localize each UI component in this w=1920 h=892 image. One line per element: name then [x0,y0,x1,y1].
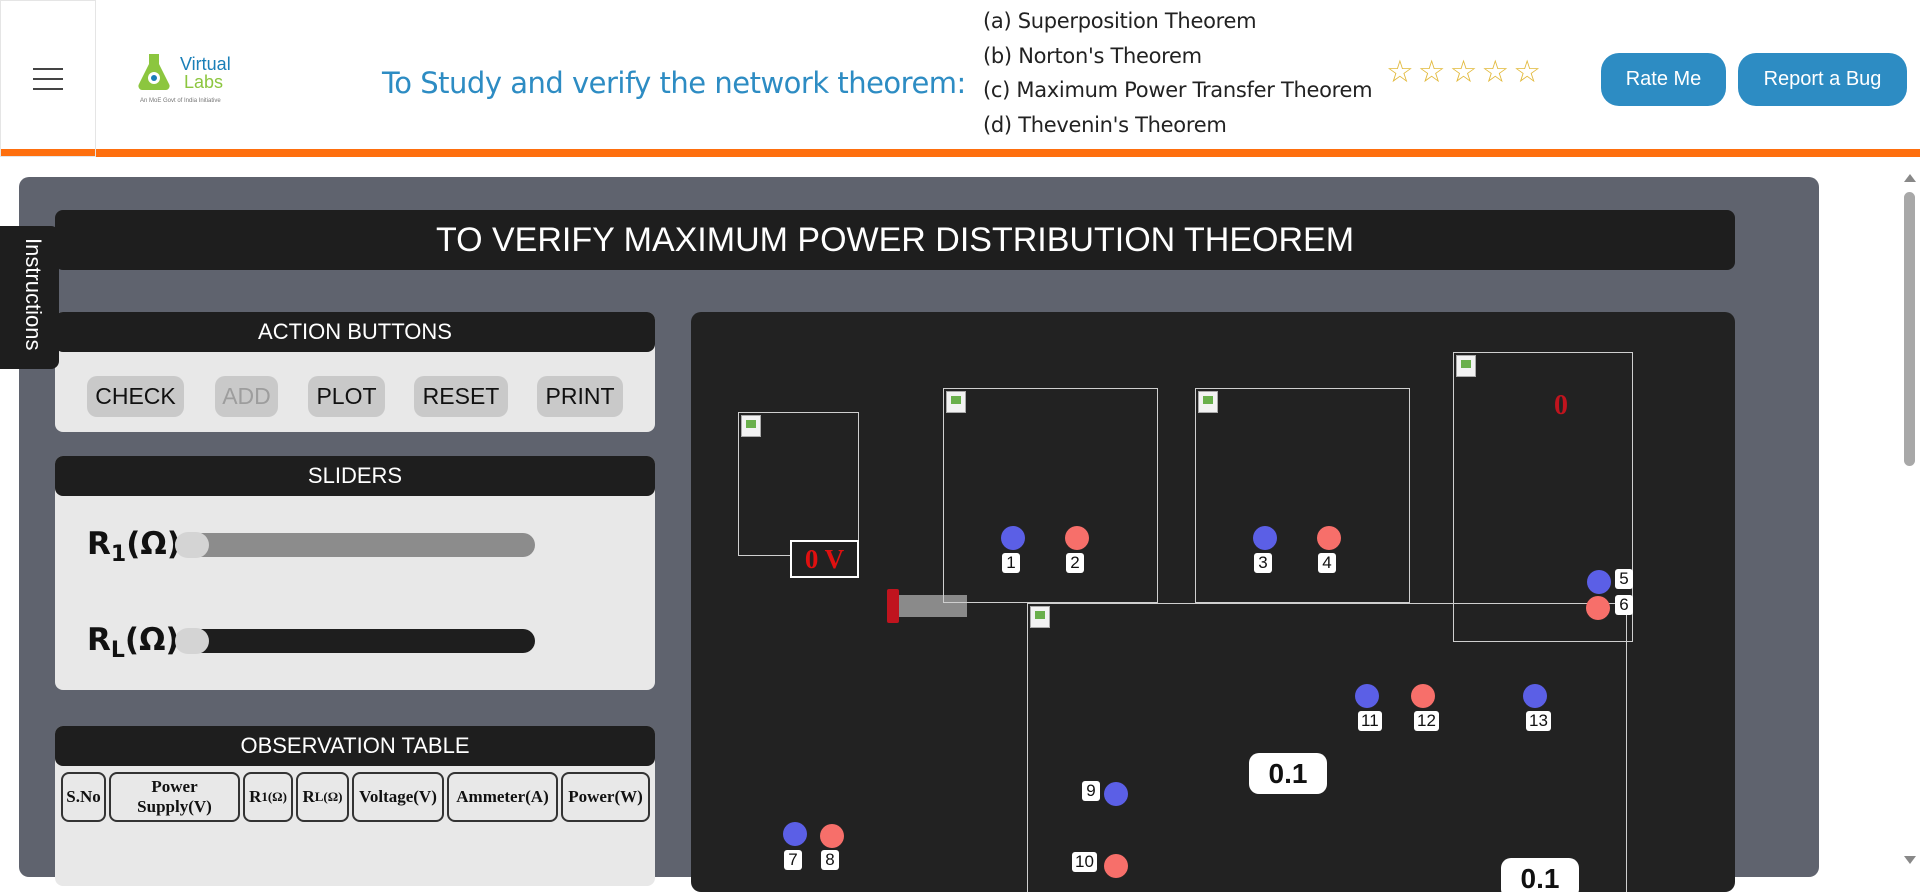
col-sno: S.No [61,772,106,822]
terminal-label: 10 [1072,852,1097,872]
voltage-display: 0 V [790,540,859,578]
terminal-2[interactable] [1065,526,1089,550]
observation-table-header: S.No Power Supply(V) R 1(Ω) R L(Ω) Voltage(… [61,772,650,822]
col-rl: R L(Ω) [296,772,349,822]
terminal-label: 3 [1254,553,1272,573]
plot-button[interactable]: PLOT [308,376,385,417]
terminal-label: 6 [1615,595,1633,615]
terminal-6[interactable] [1586,596,1610,620]
r1-slider-thumb[interactable] [175,532,209,558]
terminal-label: 12 [1414,711,1439,731]
col-voltage: Voltage(V) [352,772,444,822]
observation-table-card: OBSERVATION TABLE S.No Power Supply(V) R1… [55,726,655,886]
terminal-label: 5 [1615,569,1633,589]
print-button[interactable]: PRINT [537,376,623,417]
wattmeter-reading: 0 [1554,390,1568,421]
report-bug-button[interactable]: Report a Bug [1738,53,1907,106]
power-supply [738,412,859,556]
resistor-rl [1195,388,1410,603]
instructions-label: Instructions [21,238,46,351]
star-outline-icon[interactable]: ☆ [1386,56,1414,87]
terminal-8[interactable] [820,824,844,848]
col-power: Power(W) [561,772,650,822]
rl-slider[interactable] [175,628,535,654]
r1-slider-label: R1(Ω) [87,526,181,568]
meter-reading-2: 0.1 [1501,858,1579,892]
logo-word-labs: Labs [184,72,224,92]
supply-knob-cap[interactable] [887,589,899,623]
resistor-r1-image [946,391,966,413]
terminal-label: 7 [784,850,802,870]
terminal-label: 4 [1318,553,1336,573]
page-scrollbar[interactable] [1900,170,1920,870]
star-outline-icon[interactable]: ☆ [1418,56,1446,87]
virtual-labs-logo[interactable]: Virtual Labs An MoE Govt of India Initia… [132,48,242,110]
terminal-4[interactable] [1317,526,1341,550]
hamburger-icon [33,67,63,90]
meters-panel [1027,603,1627,892]
wattmeter-image [1456,355,1476,377]
menu-button[interactable] [0,0,96,157]
star-outline-icon[interactable]: ☆ [1450,56,1478,87]
circuit-board: 0 V 0 1 2 3 4 5 6 11 12 13 9 10 7 8 0.1 … [691,312,1735,892]
terminal-label: 8 [821,850,839,870]
terminal-9[interactable] [1104,782,1128,806]
terminal-5[interactable] [1587,570,1611,594]
meters-panel-image [1030,606,1050,628]
star-outline-icon[interactable]: ☆ [1481,56,1509,87]
terminal-label: 1 [1002,553,1020,573]
wire [1159,603,1453,604]
check-button[interactable]: CHECK [87,376,184,417]
action-buttons-heading: ACTION BUTTONS [55,312,655,352]
theorem-item: (d) Thevenin's Theorem [983,112,1227,137]
site-header: Virtual Labs An MoE Govt of India Initia… [0,0,1920,157]
terminal-label: 2 [1066,553,1084,573]
flask-icon [138,54,170,91]
theorem-item: (b) Norton's Theorem [983,43,1202,68]
scrollbar-thumb[interactable] [1904,192,1915,466]
col-r1: R 1(Ω) [243,772,293,822]
terminal-13[interactable] [1523,684,1547,708]
sliders-heading: SLIDERS [55,456,655,496]
theorem-list: (a) Superposition Theorem (b) Norton's T… [983,4,1373,142]
action-buttons-card: ACTION BUTTONS CHECK ADD PLOT RESET PRIN… [55,312,655,432]
power-supply-image [741,415,761,437]
terminal-10[interactable] [1104,854,1128,878]
reset-button[interactable]: RESET [414,376,508,417]
experiment-title: TO VERIFY MAXIMUM POWER DISTRIBUTION THE… [55,210,1735,270]
col-ammeter: Ammeter(A) [447,772,558,822]
terminal-3[interactable] [1253,526,1277,550]
terminal-label: 13 [1526,711,1551,731]
add-button[interactable]: ADD [215,376,278,417]
rate-me-button[interactable]: Rate Me [1601,53,1726,106]
rating-stars: ☆ ☆ ☆ ☆ ☆ [1386,56,1541,87]
r1-slider[interactable] [175,532,535,558]
terminal-1[interactable] [1001,526,1025,550]
terminal-12[interactable] [1411,684,1435,708]
scroll-up-icon[interactable] [1904,174,1916,182]
terminal-11[interactable] [1355,684,1379,708]
terminal-7[interactable] [783,822,807,846]
rl-slider-label: RL(Ω) [87,622,180,664]
scroll-down-icon[interactable] [1904,856,1916,864]
sliders-card: SLIDERS R1(Ω) RL(Ω) [55,456,655,690]
instructions-tab[interactable]: Instructions [0,226,59,369]
page-title: To Study and verify the network theorem: [382,66,966,100]
resistor-r1 [943,388,1158,603]
rl-slider-thumb[interactable] [175,628,209,654]
observation-table-heading: OBSERVATION TABLE [55,726,655,766]
star-outline-icon[interactable]: ☆ [1513,56,1541,87]
col-power-supply: Power Supply(V) [109,772,240,822]
theorem-item: (a) Superposition Theorem [983,9,1257,33]
theorem-item: (c) Maximum Power Transfer Theorem [983,78,1373,102]
meter-reading-1: 0.1 [1249,753,1327,794]
resistor-rl-image [1198,391,1218,413]
terminal-label: 9 [1082,781,1100,801]
terminal-label: 11 [1358,711,1382,731]
logo-subtitle: An MoE Govt of India Initiative [140,98,221,104]
